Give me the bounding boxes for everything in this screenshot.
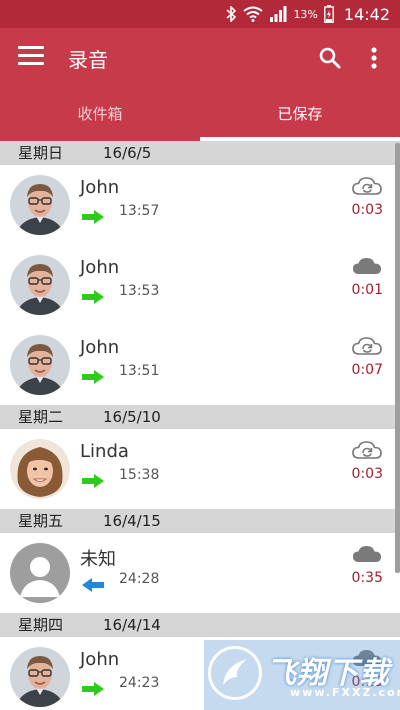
outgoing-call-arrow-icon xyxy=(82,209,104,224)
avatar[interactable] xyxy=(10,647,70,707)
day-header: 星期二 16/5/10 xyxy=(0,405,400,429)
tab-saved[interactable]: 已保存 xyxy=(200,88,400,141)
outgoing-call-arrow-icon xyxy=(82,681,104,696)
contact-name: John xyxy=(80,337,120,358)
day-header-weekday: 星期二 xyxy=(18,408,64,426)
day-header: 星期日 16/6/5 xyxy=(0,141,400,165)
recording-row[interactable]: 未知 24:28 0:35 xyxy=(0,533,400,613)
tab-inbox[interactable]: 收件箱 xyxy=(0,88,200,141)
tab-inbox-label: 收件箱 xyxy=(77,105,123,123)
day-header-weekday: 星期五 xyxy=(18,512,64,530)
watermark-url: www.FXXZ.com xyxy=(290,686,400,699)
battery-percent: 13% xyxy=(293,7,318,21)
recording-row[interactable]: John 13:57 0:03 xyxy=(0,165,400,245)
wifi-icon xyxy=(243,6,264,22)
day-header-weekday: 星期四 xyxy=(18,616,64,634)
call-duration: 0:35 xyxy=(351,570,383,586)
recordings-list[interactable]: 星期日 16/6/5 John 13:57 0:03 John 13:53 0:01 John 1… xyxy=(0,141,400,710)
clock: 14:42 xyxy=(343,4,390,24)
call-duration: 0:03 xyxy=(351,466,383,482)
status-bar: 13% 14:42 xyxy=(0,0,400,28)
contact-name: 未知 xyxy=(80,549,116,570)
outgoing-call-arrow-icon xyxy=(82,473,104,488)
day-header-date: 16/4/14 xyxy=(103,616,161,634)
cloud-sync-icon[interactable] xyxy=(352,336,382,356)
call-duration: 0:01 xyxy=(351,282,383,298)
cloud-sync-icon[interactable] xyxy=(352,440,382,460)
call-time: 15:38 xyxy=(119,467,160,483)
cloud-icon[interactable] xyxy=(352,544,382,564)
call-duration: 0:03 xyxy=(351,202,383,218)
call-time: 13:57 xyxy=(119,203,160,219)
avatar[interactable] xyxy=(10,175,70,235)
search-icon[interactable] xyxy=(318,46,342,70)
contact-name: John xyxy=(80,257,120,278)
tab-saved-label: 已保存 xyxy=(277,105,323,123)
app-bar: 录音 xyxy=(0,28,400,88)
day-header: 星期四 16/4/14 xyxy=(0,613,400,637)
contact-name: Linda xyxy=(80,441,129,462)
call-duration: 0:07 xyxy=(351,362,383,378)
day-header: 星期五 16/4/15 xyxy=(0,509,400,533)
more-options-icon[interactable] xyxy=(362,44,386,72)
recording-row[interactable]: Linda 15:38 0:03 xyxy=(0,429,400,509)
avatar[interactable] xyxy=(10,439,70,499)
outgoing-call-arrow-icon xyxy=(82,369,104,384)
avatar[interactable] xyxy=(10,335,70,395)
outgoing-call-arrow-icon xyxy=(82,289,104,304)
watermark-logo-icon xyxy=(208,646,262,700)
contact-name: John xyxy=(80,177,120,198)
call-time: 24:23 xyxy=(119,675,160,691)
battery-icon xyxy=(323,5,334,23)
menu-icon[interactable] xyxy=(18,46,44,70)
contact-name: John xyxy=(80,649,120,670)
incoming-call-arrow-icon xyxy=(82,577,104,592)
recording-row[interactable]: John 13:51 0:07 xyxy=(0,325,400,405)
watermark: 飞翔下载 www.FXXZ.com xyxy=(204,640,400,710)
call-time: 13:51 xyxy=(119,363,160,379)
call-time: 13:53 xyxy=(119,283,160,299)
cloud-icon[interactable] xyxy=(352,256,382,276)
bluetooth-icon xyxy=(225,6,237,22)
app-title: 录音 xyxy=(68,48,108,72)
recording-row[interactable]: John 13:53 0:01 xyxy=(0,245,400,325)
cloud-sync-icon[interactable] xyxy=(352,176,382,196)
avatar[interactable] xyxy=(10,543,70,603)
tab-bar: 收件箱 已保存 xyxy=(0,88,400,141)
day-header-weekday: 星期日 xyxy=(18,144,64,162)
recordings-list-content: 星期日 16/6/5 John 13:57 0:03 John 13:53 0:01 John 1… xyxy=(0,141,400,710)
day-header-date: 16/5/10 xyxy=(103,408,161,426)
signal-icon xyxy=(269,6,287,22)
call-time: 24:28 xyxy=(119,571,160,587)
day-header-date: 16/4/15 xyxy=(103,512,161,530)
day-header-date: 16/6/5 xyxy=(103,144,152,162)
scrollbar[interactable] xyxy=(395,143,400,573)
avatar[interactable] xyxy=(10,255,70,315)
